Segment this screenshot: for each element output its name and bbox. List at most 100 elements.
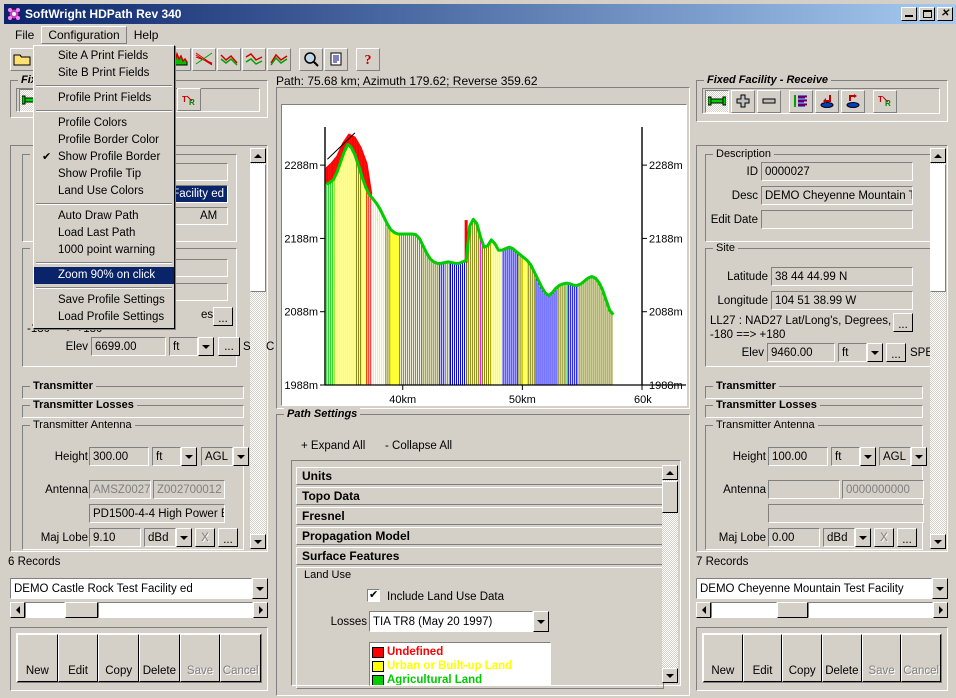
left-datum-browse-button[interactable]: ... — [213, 307, 233, 326]
configuration-dropdown-menu[interactable]: Site A Print Fields Site B Print Fields Pr… — [33, 45, 175, 329]
menu-item-save-profile-settings[interactable]: Save Profile Settings — [34, 292, 174, 309]
right-record-prev-button[interactable] — [696, 602, 711, 618]
left-maj-lobe-browse-button[interactable]: ... — [218, 528, 238, 547]
left-scroll-thumb[interactable] — [250, 164, 266, 292]
right-antenna-id-field[interactable]: 0000000000 — [842, 480, 924, 499]
left-height-field[interactable]: 300.00 — [89, 447, 149, 466]
menu-item-land-use-colors[interactable]: Land Use Colors — [34, 183, 174, 200]
help-question-icon[interactable]: ? — [356, 47, 380, 71]
land-use-legend[interactable]: Undefined Urban or Built-up Land Agricul… — [369, 642, 551, 686]
left-transmitter-group[interactable]: Transmitter — [22, 380, 244, 399]
right-antenna-code-field[interactable] — [768, 480, 840, 499]
menu-file[interactable]: File — [8, 26, 41, 44]
right-latitude-field[interactable]: 38 44 44.99 N — [771, 267, 913, 286]
left-pane-scrollbar[interactable] — [250, 148, 266, 549]
right-elev-units-combo[interactable]: ft — [838, 343, 883, 362]
minimize-button[interactable] — [901, 7, 917, 21]
right-edit-date-field[interactable] — [761, 210, 913, 229]
right-height-field[interactable]: 100.00 — [768, 447, 828, 466]
menu-item-show-profile-tip[interactable]: Show Profile Tip — [34, 166, 174, 183]
right-maj-lobe-field[interactable]: 0.00 — [768, 528, 820, 547]
menu-item-load-last-path[interactable]: Load Last Path — [34, 225, 174, 242]
menu-item-profile-print-fields[interactable]: Profile Print Fields — [34, 90, 174, 107]
right-pane-scrollbar[interactable] — [930, 148, 946, 549]
path-settings-scrollbar[interactable] — [662, 465, 678, 683]
right-edit-button[interactable]: Edit — [742, 634, 783, 682]
right-id-field[interactable]: 0000027 — [761, 162, 913, 181]
export-arrow-icon[interactable] — [841, 89, 865, 113]
path-settings-section-topo-data[interactable]: Topo Data — [296, 487, 664, 505]
menu-item-profile-colors[interactable]: Profile Colors — [34, 115, 174, 132]
path-settings-section-surface-features[interactable]: Surface Features — [296, 547, 664, 565]
left-record-next-button[interactable] — [253, 602, 268, 618]
menu-item-1000-point-warning[interactable]: 1000 point warning — [34, 242, 174, 259]
right-longitude-field[interactable]: 104 51 38.99 W — [771, 291, 913, 310]
right-maj-lobe-clear-button[interactable]: X — [874, 528, 894, 547]
signal-decline-icon[interactable] — [192, 47, 216, 71]
maximize-button[interactable] — [919, 7, 935, 21]
left-elev-field[interactable]: 6699.00 — [91, 337, 166, 356]
left-transmitter-losses-group[interactable]: Transmitter Losses — [22, 399, 244, 418]
left-new-button[interactable]: New — [17, 634, 58, 682]
left-edit-button[interactable]: Edit — [57, 634, 99, 682]
right-desc-field[interactable]: DEMO Cheyenne Mountain Te — [761, 186, 913, 205]
path-settings-section-propagation-model[interactable]: Propagation Model — [296, 527, 664, 545]
menu-item-load-profile-settings[interactable]: Load Profile Settings — [34, 309, 174, 326]
left-antenna-id-field[interactable]: Z002700012 — [153, 480, 225, 499]
left-record-field-2[interactable] — [65, 602, 98, 618]
import-arrow-icon[interactable] — [815, 89, 839, 113]
right-antenna-model-field[interactable] — [768, 504, 924, 523]
left-save-button[interactable]: Save — [179, 634, 221, 682]
path-settings-scroll-down-button[interactable] — [662, 668, 678, 683]
menu-item-auto-draw-path[interactable]: Auto Draw Path — [34, 208, 174, 225]
report-icon[interactable] — [324, 47, 348, 71]
path-settings-scroll-up-button[interactable] — [662, 465, 678, 480]
profile-green-red-icon[interactable] — [217, 47, 241, 71]
menu-item-site-a-print-fields[interactable]: Site A Print Fields — [34, 48, 174, 65]
open-folder-icon[interactable] — [10, 47, 34, 71]
path-settings-scroll-thumb[interactable] — [662, 481, 678, 513]
right-record-field-2[interactable] — [777, 602, 808, 618]
right-record-field-1[interactable] — [711, 602, 777, 618]
right-record-next-button[interactable] — [933, 602, 948, 618]
left-scroll-up-button[interactable] — [250, 148, 266, 163]
right-maj-lobe-units-combo[interactable]: dBd — [823, 528, 871, 547]
right-maj-lobe-browse-button[interactable]: ... — [897, 528, 917, 547]
right-height-ref-combo[interactable]: AGL — [879, 447, 927, 466]
minus-icon[interactable] — [757, 89, 781, 113]
plus-icon[interactable] — [731, 89, 755, 113]
right-record-navigator[interactable] — [696, 602, 948, 618]
menu-item-site-b-print-fields[interactable]: Site B Print Fields — [34, 65, 174, 82]
left-antenna-model-field[interactable]: PD1500-4-4 High Power Expo — [89, 504, 225, 523]
link-green-icon[interactable] — [705, 89, 729, 113]
left-delete-button[interactable]: Delete — [139, 634, 180, 682]
right-transmitter-losses-group[interactable]: Transmitter Losses — [705, 399, 923, 418]
right-datum-browse-button[interactable]: ... — [893, 313, 913, 332]
right-scroll-down-button[interactable] — [930, 534, 946, 549]
zoom-magnifier-icon[interactable] — [299, 47, 323, 71]
left-maj-lobe-units-combo[interactable]: dBd — [144, 528, 192, 547]
right-scroll-up-button[interactable] — [930, 148, 946, 163]
losses-select[interactable]: TIA TR8 (May 20 1997) — [369, 611, 549, 632]
right-copy-button[interactable]: Copy — [782, 634, 823, 682]
profile-chart-canvas[interactable]: 2288m 2288m 2188m 2188m 2088m 2088m 1988m 1988m… — [281, 104, 687, 406]
left-scroll-down-button[interactable] — [250, 534, 266, 549]
menu-configuration[interactable]: Configuration — [41, 26, 127, 44]
left-maj-lobe-clear-button[interactable]: X — [195, 528, 215, 547]
include-land-use-checkbox[interactable] — [367, 588, 380, 602]
left-maj-lobe-field[interactable]: 9.10 — [89, 528, 141, 547]
menu-item-profile-border-color[interactable]: Profile Border Color — [34, 132, 174, 149]
left-record-navigator[interactable] — [10, 602, 268, 618]
left-copy-button[interactable]: Copy — [98, 634, 140, 682]
right-elev-browse-button[interactable]: ... — [886, 343, 906, 362]
left-record-prev-button[interactable] — [10, 602, 25, 618]
right-delete-button[interactable]: Delete — [822, 634, 862, 682]
path-settings-section-units[interactable]: Units — [296, 467, 664, 485]
right-new-button[interactable]: New — [703, 634, 743, 682]
profile-curve-icon[interactable] — [242, 47, 266, 71]
path-settings-section-fresnel[interactable]: Fresnel — [296, 507, 664, 525]
left-height-units-combo[interactable]: ft — [152, 447, 197, 466]
left-antenna-code-field[interactable]: AMSZ0027 — [89, 480, 151, 499]
close-button[interactable]: ✕ — [937, 7, 953, 21]
tx-rx-icon[interactable]: TR — [873, 89, 897, 113]
